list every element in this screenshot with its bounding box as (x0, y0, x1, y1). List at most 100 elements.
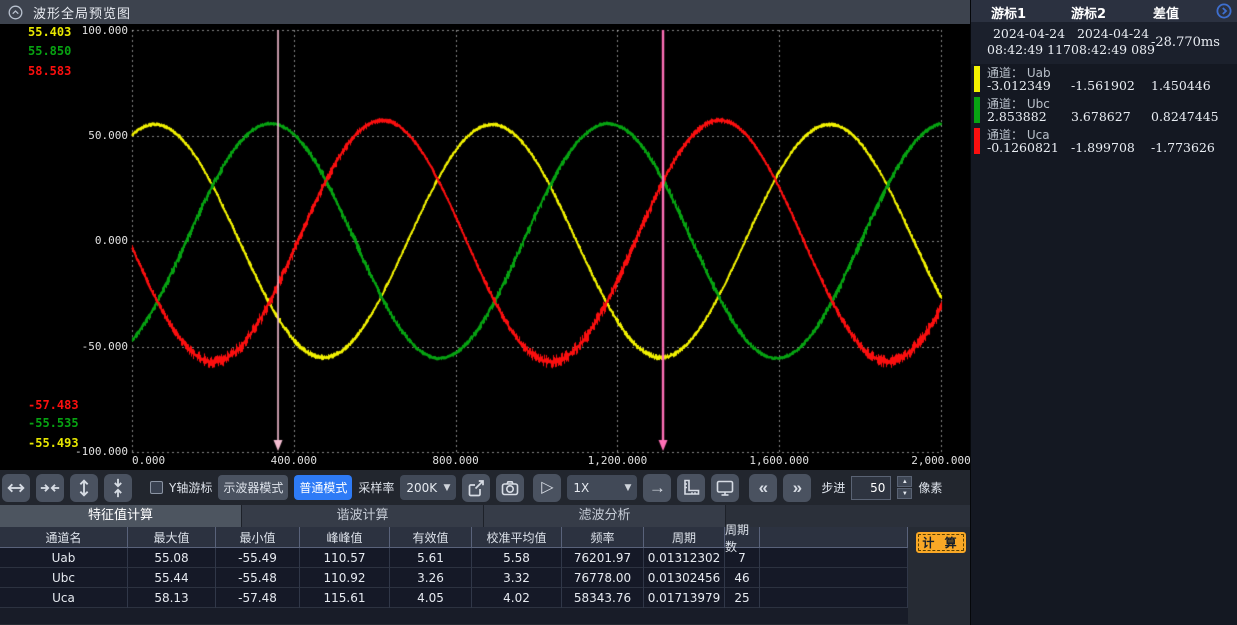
playback-speed-select[interactable]: 1X ▼ (567, 475, 637, 500)
page-left-button[interactable]: « (749, 474, 777, 502)
table-cell: 4.02 (472, 588, 562, 608)
titlebar: 波形全局预览图 (0, 0, 970, 24)
x-tick-label: 0.000 (132, 454, 165, 467)
channel-min-label: -55.535 (28, 416, 79, 430)
fullscreen-button[interactable] (711, 474, 739, 502)
table-cell: 5.58 (472, 548, 562, 568)
table-cell: 110.92 (300, 568, 390, 588)
channel-color-bar (974, 66, 980, 92)
table-cell: Ubc (0, 568, 128, 588)
x-tick-label: 2,000.000 (911, 454, 971, 467)
expand-vertical-button[interactable] (70, 474, 98, 502)
feature-table: 通道名 最大值 最小值 峰峰值 有效值 校准平均值 频率 周期 周期数 Uab5… (0, 527, 908, 624)
table-cell: -55.49 (216, 548, 300, 568)
waveform-canvas[interactable] (0, 24, 970, 470)
table-cell: 3.32 (472, 568, 562, 588)
channel-diff-value: 0.8247445 (1151, 109, 1219, 124)
table-body: Uab55.08-55.49110.575.615.5876201.970.01… (0, 548, 908, 608)
cursor-channel-row: 通道： Uca-0.1260821-1.899708-1.773626 (971, 126, 1237, 157)
x-tick-label: 400.000 (271, 454, 317, 467)
cursor2-header: 游标2 (1071, 3, 1106, 22)
table-cell: 7 (725, 548, 760, 568)
oscilloscope-mode-button[interactable]: 示波器模式 (218, 475, 288, 500)
channel-color-bar (974, 97, 980, 123)
cursor2-timestamp: 2024-04-24 08:42:49 089 (1063, 26, 1163, 59)
channel-cursor2-value: -1.899708 (1071, 140, 1135, 155)
double-chevron-right-icon: » (793, 479, 802, 496)
tab-filler (726, 505, 970, 527)
snapshot-button[interactable] (496, 474, 524, 502)
normal-mode-button[interactable]: 普通模式 (294, 475, 352, 500)
table-cell: 58343.76 (562, 588, 644, 608)
tab-feature-calc[interactable]: 特征值计算 (0, 505, 242, 527)
table-cell: 3.26 (390, 568, 472, 588)
step-label: 步进 (821, 479, 845, 496)
tab-harmonic-calc[interactable]: 谐波计算 (242, 505, 484, 527)
channel-color-bar (974, 128, 980, 154)
calculate-button[interactable]: 计 算 (916, 532, 966, 553)
cursor2-date: 2024-04-24 (1063, 26, 1163, 42)
channel-max-label: 55.850 (28, 44, 71, 58)
expand-vertical-icon (73, 477, 95, 499)
play-icon: ▷ (541, 480, 553, 496)
step-size-input[interactable] (851, 476, 891, 500)
pixel-label: 像素 (918, 479, 942, 496)
table-filler (0, 608, 908, 624)
playback-speed-value: 1X (573, 481, 589, 495)
page-right-button[interactable]: » (783, 474, 811, 502)
column-header: 周期数 (725, 527, 760, 548)
table-row[interactable]: Ubc55.44-55.48110.923.263.3276778.000.01… (0, 568, 908, 588)
y-tick-label: 50.000 (0, 129, 128, 142)
time-diff-value: -28.770ms (1151, 35, 1220, 50)
table-row[interactable]: Uab55.08-55.49110.575.615.5876201.970.01… (0, 548, 908, 568)
column-header-empty (760, 527, 908, 548)
table-cell: 110.57 (300, 548, 390, 568)
sample-rate-select[interactable]: 200K ▼ (400, 475, 456, 500)
table-cell: Uca (0, 588, 128, 608)
channel-diff-value: -1.773626 (1151, 140, 1215, 155)
table-cell-empty (760, 568, 908, 588)
compress-horizontal-icon (39, 477, 61, 499)
compress-horizontal-button[interactable] (36, 474, 64, 502)
sample-rate-value: 200K (406, 481, 437, 495)
channel-max-label: 58.583 (28, 64, 71, 78)
table-cell-empty (760, 588, 908, 608)
table-cell: 0.01302456 (644, 568, 725, 588)
step-forward-button[interactable]: → (643, 474, 671, 502)
collapse-icon[interactable] (8, 5, 23, 20)
y-axis-cursor-label: Y轴游标 (169, 479, 212, 496)
cursor1-header: 游标1 (991, 3, 1026, 22)
column-header: 有效值 (390, 527, 472, 548)
y-tick-label: -50.000 (0, 340, 128, 353)
play-button[interactable]: ▷ (533, 474, 561, 502)
waveform-analyzer-app: 波形全局预览图 100.00050.0000.000-50.000-100.00… (0, 0, 1237, 625)
ruler-icon (681, 478, 701, 498)
expand-horizontal-icon (5, 477, 27, 499)
chevron-down-icon: ▼ (443, 483, 450, 493)
step-down-button[interactable]: ▼ (897, 488, 912, 499)
y-axis-cursor-checkbox[interactable] (150, 481, 163, 494)
channel-cursor2-value: 3.678627 (1071, 109, 1131, 124)
left-zone: 波形全局预览图 100.00050.0000.000-50.000-100.00… (0, 0, 970, 625)
table-cell: -55.48 (216, 568, 300, 588)
tab-filter-analysis[interactable]: 滤波分析 (484, 505, 726, 527)
export-button[interactable] (462, 474, 490, 502)
compress-vertical-icon (107, 477, 129, 499)
expand-horizontal-button[interactable] (2, 474, 30, 502)
compress-vertical-button[interactable] (104, 474, 132, 502)
table-row[interactable]: Uca58.13-57.48115.614.054.0258343.760.01… (0, 588, 908, 608)
cursor2-time: 08:42:49 089 (1063, 42, 1163, 58)
table-cell: 58.13 (128, 588, 216, 608)
chart-zone: 100.00050.0000.000-50.000-100.0000.00040… (0, 24, 970, 470)
y-tick-label: 0.000 (0, 234, 128, 247)
x-tick-label: 800.000 (432, 454, 478, 467)
panel-toggle-icon[interactable] (1216, 3, 1232, 19)
measure-button[interactable] (677, 474, 705, 502)
sample-rate-label: 采样率 (358, 479, 394, 496)
page-title: 波形全局预览图 (33, 3, 131, 22)
step-up-button[interactable]: ▲ (897, 476, 912, 487)
table-cell-empty (760, 548, 908, 568)
cursor-channel-row: 通道： Ubc2.8538823.6786270.8247445 (971, 95, 1237, 126)
arrow-right-icon: → (649, 479, 666, 496)
table-cell: 55.44 (128, 568, 216, 588)
